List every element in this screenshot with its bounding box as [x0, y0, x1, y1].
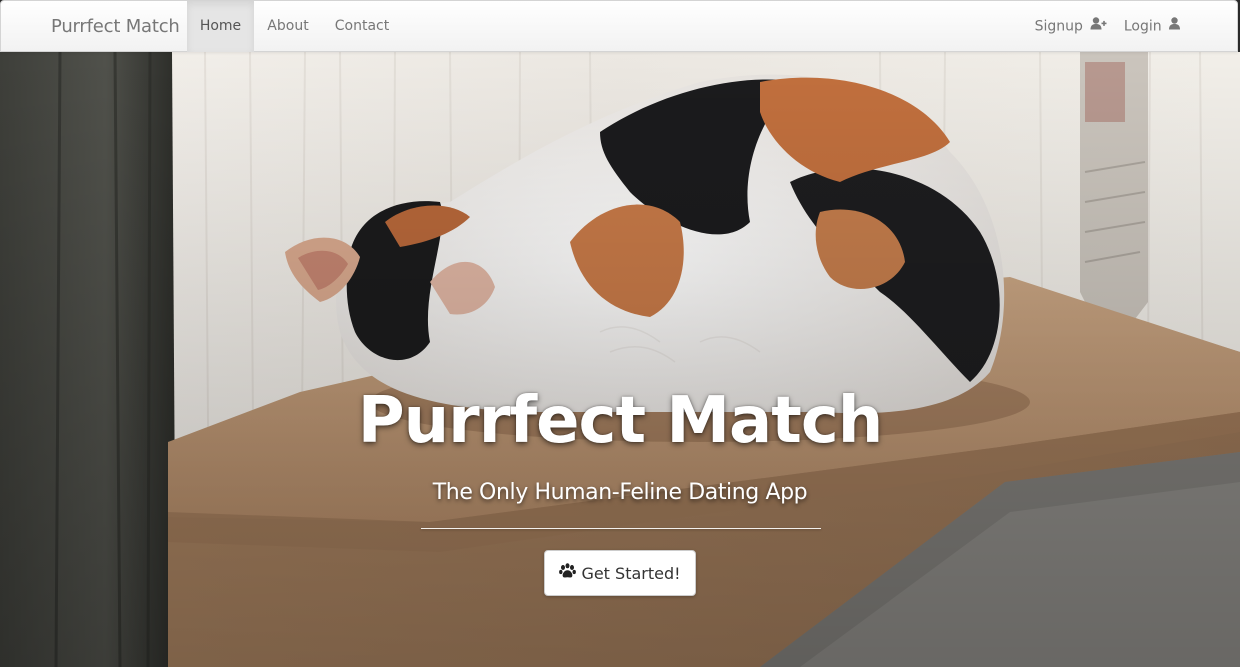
nav-about[interactable]: About [254, 1, 322, 52]
user-plus-icon [1090, 1, 1107, 52]
hero-subtitle: The Only Human-Feline Dating App [432, 480, 808, 505]
brand-logo[interactable]: Purrfect Match [51, 1, 180, 53]
nav-home-label: Home [199, 18, 242, 34]
paw-icon [559, 563, 577, 583]
nav-signup[interactable]: Signup [1028, 1, 1114, 52]
navbar: Purrfect Match Home About Contact Signup… [0, 0, 1238, 52]
nav-login-label: Login [1123, 18, 1162, 35]
nav-login[interactable]: Login [1114, 1, 1190, 52]
app-window: Purrfect Match Home About Contact Signup… [0, 0, 1240, 667]
get-started-label: Get Started! [581, 563, 681, 583]
hero-divider [421, 528, 821, 529]
hero-title: Purrfect Match [357, 384, 884, 458]
nav-signup-label: Signup [1034, 18, 1083, 35]
hero-section: Purrfect Match The Only Human-Feline Dat… [0, 52, 1240, 667]
nav-home[interactable]: Home [187, 1, 254, 52]
get-started-button[interactable]: Get Started! [544, 550, 696, 596]
user-icon [1169, 1, 1181, 52]
nav-contact-label: Contact [334, 18, 390, 34]
nav-contact[interactable]: Contact [322, 1, 402, 52]
nav-about-label: About [267, 18, 309, 34]
